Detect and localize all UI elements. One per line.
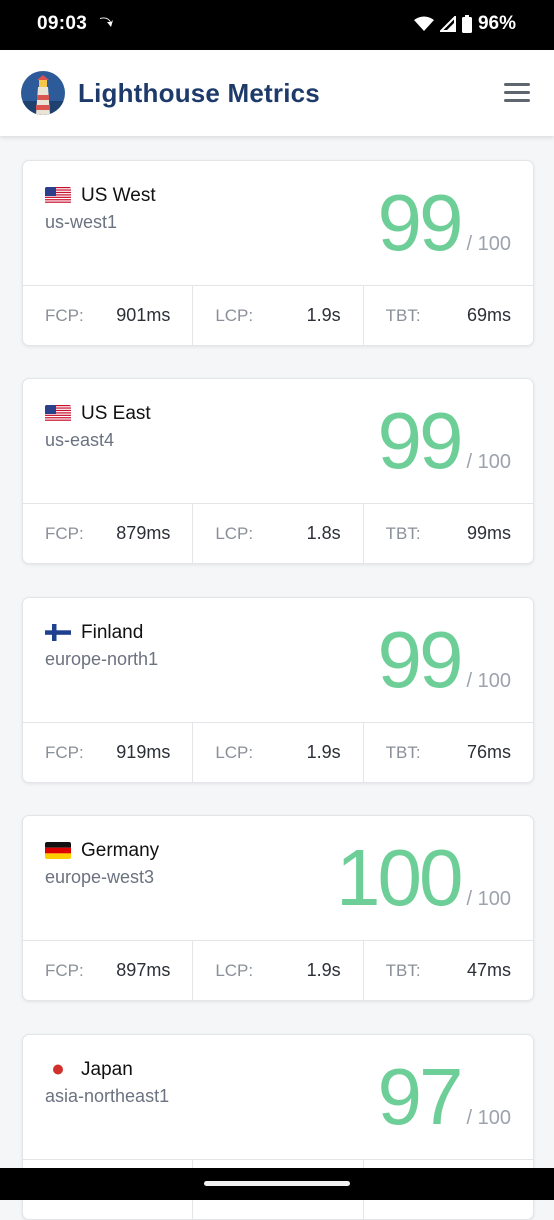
region-name: US West [81,185,156,206]
flag-fi-icon [45,624,71,641]
app-title: Lighthouse Metrics [78,78,320,108]
metric-label: FCP: [45,524,84,543]
cast-icon [100,17,113,27]
metric-label: LCP: [215,306,254,325]
metric-label: FCP: [45,743,84,762]
metric-tbt: TBT: 99ms [364,504,533,563]
metric-tbt: TBT: 47ms [364,941,533,1000]
score-max: / 100 [466,888,511,910]
metric-label: FCP: [45,306,84,325]
metric-tbt: TBT: 76ms [364,723,533,782]
metric-label: TBT: [385,961,421,980]
region-name: Finland [81,622,144,643]
metrics-row: FCP: 901ms LCP: 1.9s TBT: 69ms [23,286,533,345]
lighthouse-logo-icon [21,71,65,115]
region-name: Japan [81,1059,133,1080]
signal-icon [439,16,456,32]
metric-value: 879ms [116,523,171,543]
metric-tbt: TBT: 69ms [364,286,533,345]
status-bar: 09:03 96% [0,0,554,50]
app-header: Lighthouse Metrics [0,50,554,136]
score-max: / 100 [466,670,511,692]
region-card-europe-north1[interactable]: Finland europe-north1 99 / 100 FCP: 919m… [22,597,534,783]
region-name: US East [81,403,151,424]
metric-fcp: FCP: 879ms [23,504,194,563]
metric-value: 1.9s [306,742,341,762]
metric-lcp: LCP: 1.9s [193,723,364,782]
region-code: us-west1 [45,212,118,232]
battery-percent: 96% [477,13,516,34]
metric-value: 69ms [466,305,511,325]
score-max: / 100 [466,1107,511,1129]
metric-label: TBT: [385,306,421,325]
region-card-europe-west3[interactable]: Germany europe-west3 100 / 100 FCP: 897m… [22,815,534,1001]
region-code: europe-north1 [45,649,159,669]
score-max: / 100 [466,451,511,473]
metric-label: TBT: [385,524,421,543]
metric-value: 897ms [116,960,171,980]
metrics-row: FCP: 897ms LCP: 1.9s TBT: 47ms [23,941,533,1000]
metric-fcp: FCP: 897ms [23,941,194,1000]
hamburger-menu-icon[interactable] [504,81,530,103]
metric-lcp: LCP: 1.9s [193,286,364,345]
metric-label: FCP: [45,961,84,980]
flag-us-icon [45,187,71,204]
metric-fcp: FCP: 919ms [23,723,194,782]
region-code: asia-northeast1 [45,1086,170,1106]
score-display: 99 / 100 [378,401,511,481]
region-card-us-west1[interactable]: US West us-west1 99 / 100 FCP: 901ms LCP… [22,160,534,346]
score-display: 99 / 100 [378,183,511,263]
performance-score: 99 [377,396,464,485]
score-max: / 100 [466,233,511,255]
home-gesture-handle[interactable] [204,1181,350,1186]
score-display: 100 / 100 [336,838,511,918]
metric-fcp: FCP: 901ms [23,286,194,345]
gesture-nav-bar [0,1168,554,1200]
flag-jp-icon [45,1061,71,1078]
performance-score: 99 [377,615,464,704]
metric-value: 901ms [116,305,171,325]
region-code: us-east4 [45,430,115,450]
metric-label: LCP: [215,524,254,543]
battery-icon [461,15,472,33]
metric-value: 1.9s [306,960,341,980]
metric-label: LCP: [215,961,254,980]
performance-score: 97 [377,1052,464,1141]
score-display: 97 / 100 [378,1057,511,1137]
wifi-icon [413,16,434,31]
region-code: europe-west3 [45,867,155,887]
metric-value: 99ms [466,523,511,543]
performance-score: 99 [377,178,464,267]
metric-value: 47ms [466,960,511,980]
metric-value: 1.9s [306,305,341,325]
status-time: 09:03 [37,13,88,34]
flag-us-icon [45,405,71,422]
score-display: 99 / 100 [378,620,511,700]
metric-value: 76ms [466,742,511,762]
metric-label: LCP: [215,743,254,762]
metrics-row: FCP: 879ms LCP: 1.8s TBT: 99ms [23,504,533,563]
region-card-us-east4[interactable]: US East us-east4 99 / 100 FCP: 879ms LCP… [22,378,534,564]
region-name: Germany [81,840,160,861]
metric-lcp: LCP: 1.8s [193,504,364,563]
metric-label: TBT: [385,743,421,762]
flag-de-icon [45,842,71,859]
metric-lcp: LCP: 1.9s [193,941,364,1000]
metric-value: 919ms [116,742,171,762]
performance-score: 100 [336,833,463,922]
metric-value: 1.8s [306,523,341,543]
metrics-row: FCP: 919ms LCP: 1.9s TBT: 76ms [23,723,533,782]
